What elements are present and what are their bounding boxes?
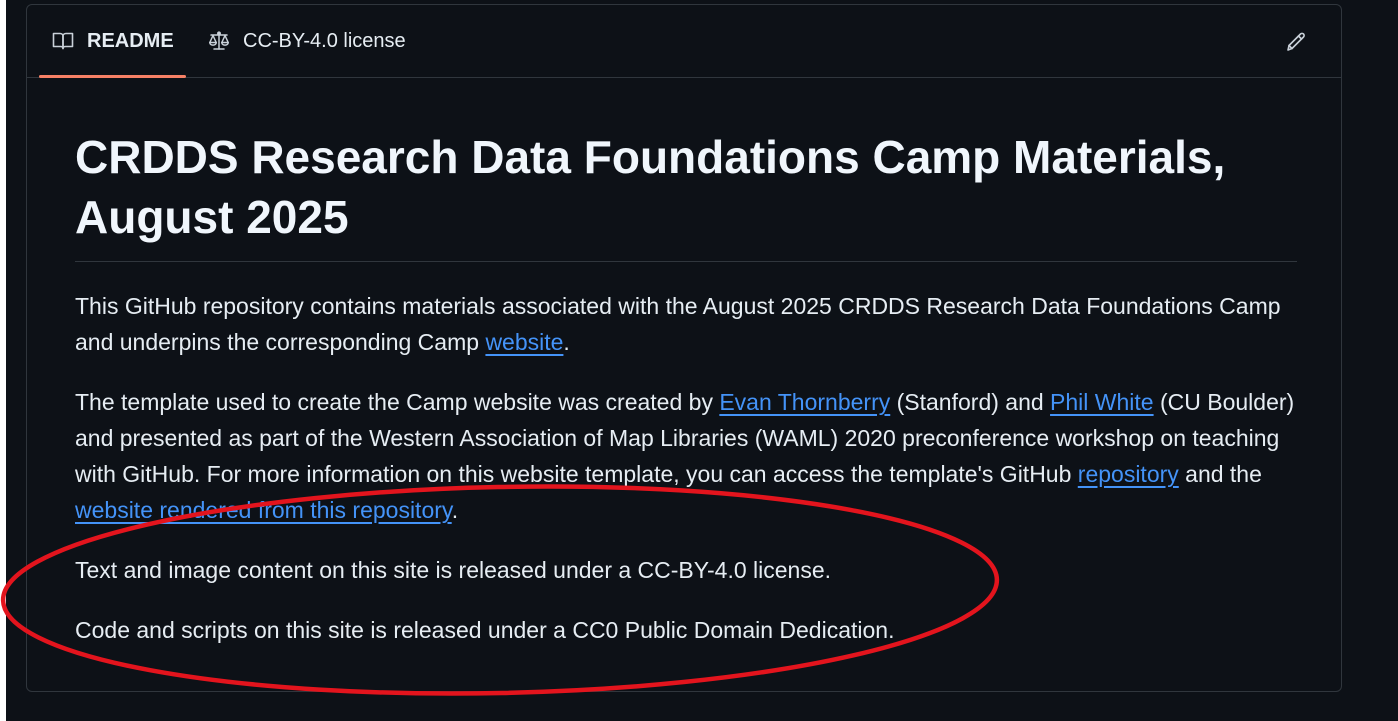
template-text-2: (Stanford) and (890, 389, 1051, 415)
intro-text: This GitHub repository contains material… (75, 293, 1281, 355)
pencil-icon (1287, 32, 1305, 51)
scale-icon (207, 29, 231, 53)
readme-content: CRDDS Research Data Foundations Camp Mat… (75, 127, 1297, 648)
tab-license-label: CC-BY-4.0 license (243, 29, 406, 52)
intro-end: . (563, 329, 570, 355)
tab-license[interactable]: CC-BY-4.0 license (205, 5, 406, 77)
readme-panel: README CC-BY-4.0 license CRDDS Research … (26, 4, 1342, 692)
rendered-website-link[interactable]: website rendered from this repository (75, 497, 452, 523)
template-text-1: The template used to create the Camp web… (75, 389, 720, 415)
intro-paragraph: This GitHub repository contains material… (75, 288, 1297, 360)
code-license-paragraph: Code and scripts on this site is release… (75, 617, 895, 643)
tab-readme-label: README (87, 29, 174, 52)
phil-white-link[interactable]: Phil White (1050, 389, 1154, 415)
template-text-4: and the (1178, 461, 1262, 487)
template-text-5: . (451, 497, 459, 523)
readme-tabbar: README CC-BY-4.0 license (27, 5, 1341, 78)
readme-title: CRDDS Research Data Foundations Camp Mat… (75, 127, 1297, 262)
website-link[interactable]: website (485, 329, 563, 355)
edit-readme-button[interactable] (1281, 27, 1311, 57)
evan-thornberry-link[interactable]: Evan Thornberry (719, 389, 890, 415)
repository-link[interactable]: repository (1078, 461, 1179, 487)
book-icon (51, 29, 75, 53)
template-paragraph: The template used to create the Camp web… (75, 384, 1297, 528)
content-license-paragraph: Text and image content on this site is r… (75, 557, 832, 583)
tab-readme[interactable]: README (39, 5, 186, 78)
